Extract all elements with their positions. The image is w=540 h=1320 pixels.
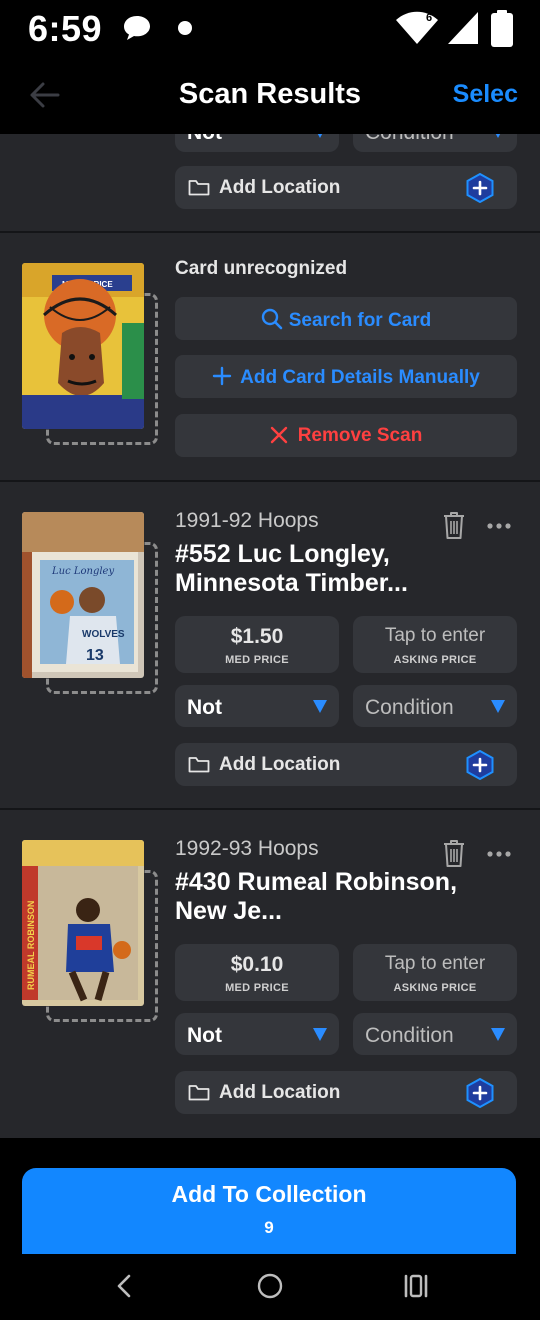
grade-select[interactable]: Condition [353,1013,517,1055]
med-price-label: MED PRICE [225,654,289,666]
condition-select[interactable]: Not [175,685,339,727]
search-for-card-button[interactable]: Search for Card [175,297,517,340]
battery-icon [491,10,513,47]
chevron-down-icon [491,1028,505,1041]
search-for-card-label: Search for Card [288,310,432,331]
trash-icon[interactable] [441,838,467,868]
svg-text:13: 13 [86,647,104,664]
condition-value: Not [187,134,222,145]
cell-signal-icon [448,12,478,44]
partial-card-section: Not Condition Add Location [0,134,540,231]
add-location-button[interactable]: Add Location [175,743,517,786]
add-card-manually-label: Add Card Details Manually [240,367,480,388]
remove-scan-row: Remove Scan [175,425,517,447]
more-options-icon[interactable] [486,850,512,858]
add-to-collection-button[interactable]: Add To Collection 9 [22,1168,516,1254]
condition-select[interactable]: Not [175,134,339,152]
notification-dot-icon [178,21,192,35]
card-thumbnail[interactable]: Luc Longley WOLVES 13 [22,512,144,678]
card-name[interactable]: #552 Luc Longley, Minnesota Timber... [175,540,465,598]
chat-notification-icon [124,16,150,40]
chevron-down-icon [313,1028,327,1041]
nav-recents-icon[interactable] [402,1273,430,1299]
folder-icon [188,757,210,773]
select-button[interactable]: Selec [453,80,518,109]
card-set: 1991-92 Hoops [175,509,319,532]
chevron-down-icon [313,134,327,138]
card-result: Luc Longley WOLVES 13 1991-92 Hoops #552… [0,482,540,808]
add-location-label: Add Location [219,754,341,775]
add-card-manually-row: Add Card Details Manually [175,366,517,389]
folder-icon [188,180,210,196]
add-card-manually-button[interactable]: Add Card Details Manually [175,355,517,398]
unrecognized-card-section: MARK PRICE Card unrecognized Search for … [0,233,540,480]
wifi-badge: 6 [426,12,432,24]
med-price-box: $0.10 MED PRICE [175,944,339,1001]
wifi-icon: 6 [396,11,438,44]
asking-price-input[interactable]: Tap to enter ASKING PRICE [353,616,517,673]
add-location-hex-icon [466,1078,494,1108]
grade-placeholder: Condition [365,696,454,719]
search-icon [261,308,283,330]
asking-price-label: ASKING PRICE [393,654,477,666]
med-price-label: MED PRICE [225,982,289,994]
folder-icon [188,1085,210,1101]
grade-select[interactable]: Condition [353,134,517,152]
trash-icon[interactable] [441,510,467,540]
more-options-icon[interactable] [486,522,512,530]
card-thumbnail[interactable]: RUMEAL ROBINSON [22,840,144,1006]
bottom-action-area: Add To Collection 9 [0,1138,540,1254]
med-price-box: $1.50 MED PRICE [175,616,339,673]
card-thumb-text: RUMEAL ROBINSON [26,901,36,990]
grade-select[interactable]: Condition [353,685,517,727]
card-image: Luc Longley WOLVES 13 [22,512,144,678]
asking-price-label: ASKING PRICE [393,982,477,994]
card-thumbnail[interactable]: MARK PRICE [22,263,144,429]
header: Scan Results Selec [0,58,540,134]
condition-select[interactable]: Not [175,1013,339,1055]
add-location-button[interactable]: Add Location [175,166,517,209]
grade-placeholder: Condition [365,134,454,145]
condition-value: Not [187,696,222,719]
chevron-down-icon [313,700,327,713]
card-set: 1992-93 Hoops [175,837,319,860]
nav-home-icon[interactable] [256,1272,284,1300]
add-to-collection-count: 9 [264,1218,274,1237]
status-time: 6:59 [28,8,103,49]
card-image: MARK PRICE [22,263,144,429]
asking-price-placeholder: Tap to enter [384,625,486,646]
remove-scan-label: Remove Scan [297,425,423,446]
chevron-down-icon [491,134,505,138]
asking-price-placeholder: Tap to enter [384,953,486,974]
add-to-collection-label: Add To Collection [171,1181,367,1207]
chevron-down-icon [491,700,505,713]
system-nav-bar [0,1254,540,1320]
med-price-value: $1.50 [230,625,284,648]
status-bar: 6:59 6 [0,0,540,58]
add-location-label: Add Location [219,1082,341,1103]
add-location-label: Add Location [219,177,341,198]
condition-value: Not [187,1024,222,1047]
svg-text:WOLVES: WOLVES [82,629,125,640]
add-location-hex-icon [466,750,494,780]
med-price-value: $0.10 [230,953,284,976]
card-name[interactable]: #430 Rumeal Robinson, New Je... [175,868,465,926]
plus-icon [212,366,232,386]
nav-back-icon[interactable] [114,1273,134,1299]
add-location-hex-icon [466,173,494,203]
search-for-card-row: Search for Card [175,308,517,332]
grade-placeholder: Condition [365,1024,454,1047]
remove-scan-button[interactable]: Remove Scan [175,414,517,457]
unrecognized-status: Card unrecognized [175,258,348,279]
card-thumb-text: Luc Longley [51,566,114,577]
card-result: RUMEAL ROBINSON 1992-93 Hoops #430 Rumea… [0,810,540,1138]
add-location-button[interactable]: Add Location [175,1071,517,1114]
card-image: RUMEAL ROBINSON [22,840,144,1006]
close-icon [270,426,287,444]
scan-results-list[interactable]: Not Condition Add Location MA [0,134,540,1138]
asking-price-input[interactable]: Tap to enter ASKING PRICE [353,944,517,1001]
